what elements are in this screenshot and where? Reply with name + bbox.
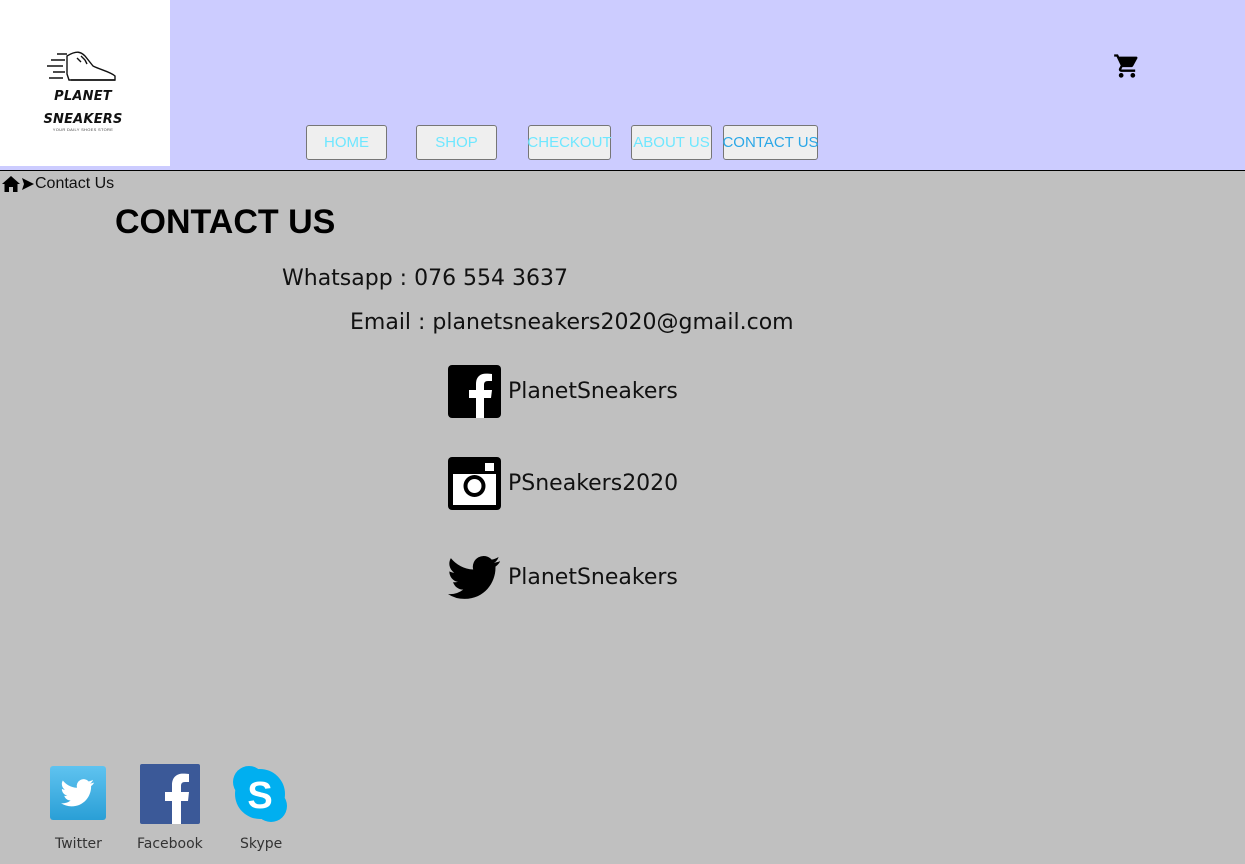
breadcrumb-current: Contact Us xyxy=(35,175,115,192)
facebook-handle: PlanetSneakers xyxy=(508,379,678,404)
page-title: CONTACT US xyxy=(115,203,336,241)
svg-text:S: S xyxy=(247,775,272,817)
twitter-logo-icon[interactable] xyxy=(50,764,106,820)
email-contact: Email : planetsneakers2020@gmail.com xyxy=(350,310,794,335)
shopping-cart-icon[interactable] xyxy=(1113,52,1141,80)
instagram-contact[interactable]: PSneakers2020 xyxy=(448,457,678,510)
nav-checkout-button[interactable]: CHECKOUT xyxy=(527,125,612,160)
logo[interactable]: PLANET SNEAKERS YOUR DAILY SHOES STORE xyxy=(0,0,170,166)
breadcrumb: Contact Us xyxy=(2,175,114,193)
logo-text-sneakers: SNEAKERS xyxy=(43,112,123,127)
twitter-handle: PlanetSneakers xyxy=(508,565,678,590)
twitter-icon[interactable] xyxy=(448,551,501,604)
whatsapp-contact: Whatsapp : 076 554 3637 xyxy=(282,266,569,291)
sneaker-logo-icon xyxy=(47,51,116,81)
nav-home-button[interactable]: HOME xyxy=(306,125,387,160)
nav-about-button[interactable]: ABOUT US xyxy=(631,125,712,160)
site-header: PLANET SNEAKERS YOUR DAILY SHOES STORE H… xyxy=(0,0,1245,171)
twitter-contact[interactable]: PlanetSneakers xyxy=(448,551,678,604)
footer-skype-link[interactable]: S xyxy=(215,764,305,824)
nav-shop-button[interactable]: SHOP xyxy=(416,125,497,160)
facebook-icon[interactable] xyxy=(448,365,501,418)
chevron-right-icon xyxy=(22,178,34,190)
skype-logo-icon[interactable]: S xyxy=(231,764,289,824)
nav-contact-button[interactable]: CONTACT US xyxy=(722,125,819,160)
footer-facebook-link[interactable] xyxy=(125,764,215,824)
instagram-handle: PSneakers2020 xyxy=(508,471,679,496)
footer-skype-label: Skype xyxy=(240,836,283,852)
logo-text-planet: PLANET xyxy=(54,89,112,104)
footer-twitter-link[interactable] xyxy=(33,764,123,820)
footer-facebook-label: Facebook xyxy=(137,836,203,852)
home-icon[interactable] xyxy=(2,176,20,192)
instagram-icon[interactable] xyxy=(448,457,501,510)
footer-twitter-label: Twitter xyxy=(55,836,102,852)
facebook-contact[interactable]: PlanetSneakers xyxy=(448,365,678,418)
facebook-logo-icon[interactable] xyxy=(140,764,200,824)
logo-tagline: YOUR DAILY SHOES STORE xyxy=(52,127,114,132)
